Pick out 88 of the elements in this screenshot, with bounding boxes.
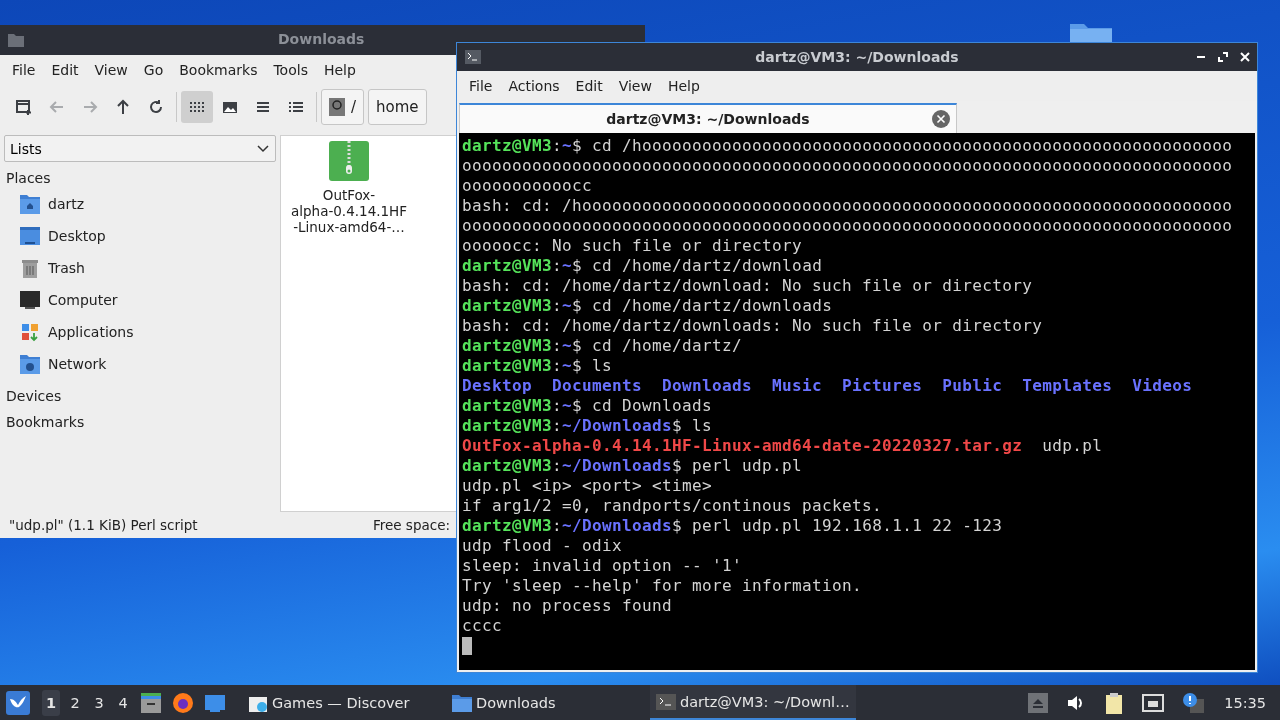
- eject-icon[interactable]: [1028, 692, 1049, 713]
- section-header[interactable]: Places: [4, 162, 278, 188]
- clipboard-icon[interactable]: [1104, 691, 1125, 714]
- workspace-button[interactable]: 1: [42, 689, 60, 716]
- terminal-line: ooooooooooocc: [462, 176, 593, 196]
- icons-view-button[interactable]: [181, 91, 213, 123]
- clock[interactable]: 15:35: [1224, 694, 1266, 711]
- window-title: dartz@VM3: ~/Downloads: [755, 49, 959, 65]
- place-item[interactable]: Desktop: [4, 220, 278, 252]
- terminal-output[interactable]: [459, 133, 1255, 670]
- terminal-line: udp: no process found: [462, 596, 673, 616]
- monitor-icon: [20, 290, 40, 310]
- menu-item[interactable]: View: [610, 78, 660, 94]
- place-item[interactable]: Computer: [4, 284, 278, 316]
- taskbar-button[interactable]: Downloads: [446, 685, 636, 720]
- terminal-line: OutFox-alpha-0.4.14.1HF-Linux-amd64-date-20220327.tar.gz udp.pl: [462, 436, 1103, 456]
- taskbar-button[interactable]: dartz@VM3: ~/Downl…: [650, 685, 856, 720]
- terminal-line: dartz@VM3:~$ cd /hooooooooooooooooooooooooooooooooooooooooooooooooooooooooooo: [462, 136, 1233, 156]
- close-icon[interactable]: [1239, 51, 1251, 63]
- place-item[interactable]: dartz: [4, 188, 278, 220]
- path-button[interactable]: /: [321, 89, 365, 125]
- update-notification-icon[interactable]: [1182, 692, 1205, 713]
- file-item[interactable]: OutFox- alpha-0.4.14.1HF -Linux-amd64-…: [287, 141, 411, 235]
- applications-icon: [20, 322, 40, 342]
- menu-item[interactable]: Bookmarks: [171, 62, 266, 78]
- menu-item[interactable]: File: [4, 62, 44, 78]
- section-header[interactable]: Devices: [4, 380, 278, 406]
- place-item[interactable]: Network: [4, 348, 278, 380]
- menu-item[interactable]: Edit: [567, 78, 611, 94]
- folder-icon: [452, 692, 472, 713]
- workspace-button[interactable]: 2: [66, 689, 84, 716]
- terminal-line: ooooooooooooooooooooooooooooooooooooooooooooooooooooooooooooooooooooooooooooo: [462, 156, 1233, 176]
- file-cabinet-icon[interactable]: [140, 691, 162, 714]
- workspace-button[interactable]: 3: [90, 689, 108, 716]
- maximize-button[interactable]: [1217, 51, 1229, 63]
- terminal-line: if arg1/2 =0, randports/continous packets.: [462, 496, 883, 516]
- terminal-icon: [656, 691, 676, 712]
- terminal-line: ooooooooooooooooooooooooooooooooooooooooooooooooooooooooooooooooooooooooooooo: [462, 216, 1233, 236]
- menu-item[interactable]: View: [86, 62, 136, 78]
- desktop-icon: [20, 226, 40, 246]
- terminal-line: dartz@VM3:~/Downloads$ perl udp.pl: [462, 456, 803, 476]
- menu-item[interactable]: Go: [135, 62, 172, 78]
- terminal-line: dartz@VM3:~$ cd Downloads: [462, 396, 713, 416]
- workspace-button[interactable]: 4: [114, 689, 132, 716]
- terminal-line: udp.pl <ip> <port> <time>: [462, 476, 713, 496]
- menu-item[interactable]: Tools: [265, 62, 316, 78]
- terminal-tab[interactable]: dartz@VM3: ~/Downloads: [459, 103, 957, 133]
- terminal-line: ooooocc: No such file or directory: [462, 236, 803, 256]
- terminal-icon: [465, 50, 481, 64]
- chevron-down-icon: [257, 144, 269, 153]
- new-tab-icon: [15, 98, 33, 116]
- terminal-line: dartz@VM3:~$ cd /home/dartz/: [462, 336, 743, 356]
- trash-icon: [20, 258, 40, 278]
- terminal-line: bash: cd: /hooooooooooooooooooooooooooooooooooooooooooooooooooooooooooooooooo: [462, 196, 1233, 216]
- terminal-line: udp flood - odix: [462, 536, 623, 556]
- menu-item[interactable]: File: [461, 78, 501, 94]
- terminal-line: Desktop Documents Downloads Music Pictures Public Templates Videos: [462, 376, 1193, 396]
- section-header[interactable]: Bookmarks: [4, 406, 278, 432]
- browser-icon[interactable]: [172, 691, 194, 714]
- path-button[interactable]: home: [368, 89, 427, 125]
- place-item[interactable]: Applications: [4, 316, 278, 348]
- window-title: Downloads: [278, 31, 365, 47]
- side-pane-dropdown[interactable]: Lists: [4, 135, 276, 162]
- network-icon[interactable]: [1142, 692, 1165, 713]
- terminal-line: dartz@VM3:~/Downloads$ ls: [462, 416, 713, 436]
- taskbar-button[interactable]: Games — Discover: [242, 685, 432, 720]
- menu-item[interactable]: Help: [315, 62, 364, 78]
- reload-icon: [147, 98, 165, 116]
- home-folder-icon: [20, 194, 40, 214]
- zip-archive-icon: [329, 141, 369, 181]
- terminal-line: dartz@VM3:~$ cd /home/dartz/download: [462, 256, 823, 276]
- network-folder-icon: [20, 354, 40, 374]
- menu-item[interactable]: Actions: [500, 78, 568, 94]
- terminal-line: cccc: [462, 616, 502, 636]
- menu-item[interactable]: Help: [659, 78, 708, 94]
- place-item[interactable]: Trash: [4, 252, 278, 284]
- terminal-line: bash: cd: /home/dartz/download: No such file or directory: [462, 276, 1033, 296]
- terminal-line: Try 'sleep --help' for more information.: [462, 576, 863, 596]
- status-text: "udp.pl" (1.1 KiB) Perl script: [9, 517, 198, 533]
- menu-item[interactable]: Edit: [43, 62, 87, 78]
- terminal-line: dartz@VM3:~$ ls: [462, 356, 613, 376]
- terminal-line: dartz@VM3:~/Downloads$ perl udp.pl 192.168.1.1 22 -123: [462, 516, 1003, 536]
- terminal-line: bash: cd: /home/dartz/downloads: No such file or directory: [462, 316, 1043, 336]
- terminal-line: sleep: invalid option -- '1': [462, 556, 743, 576]
- free-space-text: Free space:: [372, 517, 450, 533]
- folder-icon: [8, 33, 24, 47]
- drive-icon: [329, 98, 345, 116]
- terminal-line: dartz@VM3:~$ cd /home/dartz/downloads: [462, 296, 833, 316]
